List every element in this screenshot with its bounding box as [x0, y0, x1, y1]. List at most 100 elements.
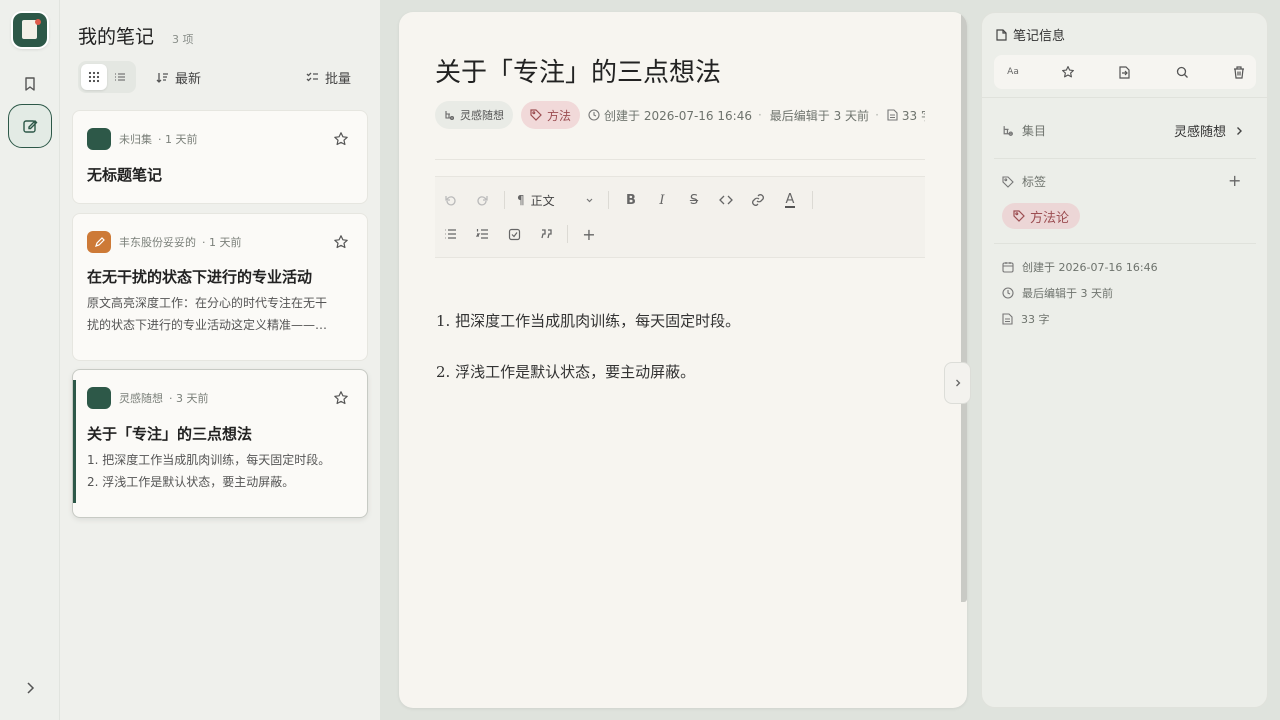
- note-card[interactable]: 未归集 · 1 天前 无标题笔记: [72, 110, 368, 204]
- tags-label: 标签: [1022, 175, 1047, 189]
- content-line[interactable]: 2. 浮浅工作是默认状态，要主动屏蔽。: [436, 361, 695, 382]
- note-time: · 1 天前: [202, 236, 242, 249]
- pilcrow-icon: ¶: [517, 193, 525, 207]
- chevron-right-icon: [27, 682, 35, 694]
- created-text: 创建于 2026-07-16 16:46: [604, 108, 752, 123]
- export-button[interactable]: [1116, 64, 1132, 80]
- tag-chip[interactable]: 方法论: [1002, 203, 1081, 229]
- list-title: 我的笔记: [78, 26, 155, 48]
- tag-pill-label: 方法: [547, 108, 572, 123]
- grid-icon: [88, 71, 100, 83]
- chevron-right-icon: [955, 379, 960, 387]
- delete-button[interactable]: [1231, 64, 1247, 80]
- bookmark-icon: [25, 77, 35, 91]
- nav-bookmarks[interactable]: [12, 66, 48, 102]
- words-row: 33 字: [1002, 311, 1050, 327]
- created-meta: 创建于 2026-07-16 16:46: [588, 107, 752, 124]
- created-row: 创建于 2026-07-16 16:46: [1002, 259, 1158, 275]
- grid-view-button[interactable]: [81, 64, 107, 90]
- list-icon: [115, 73, 125, 81]
- edited-row: 最后编辑于 3 天前: [1002, 285, 1113, 301]
- collection-selector[interactable]: 灵感随想: [1174, 121, 1244, 140]
- trash-icon: [1234, 65, 1244, 79]
- checkbox-icon: [508, 228, 520, 240]
- card-meta: 灵感随想 · 3 天前: [87, 386, 355, 410]
- italic-icon: I: [659, 192, 665, 208]
- italic-button[interactable]: I: [651, 189, 673, 211]
- font-settings-button[interactable]: Aa: [1005, 64, 1021, 80]
- insert-button[interactable]: +: [578, 223, 600, 245]
- undo-button[interactable]: [439, 189, 461, 211]
- chevron-down-icon: [586, 198, 593, 202]
- toolbar-separator: [812, 191, 813, 209]
- pencil-icon: [94, 236, 105, 247]
- card-meta: 丰东股份妥妥的 · 1 天前: [87, 230, 355, 254]
- quote-button[interactable]: [535, 223, 557, 245]
- search-button[interactable]: [1174, 64, 1190, 80]
- note-list-panel: 我的笔记 3 项 最新 批量 未归集 · 1 天前 无标题笔记 丰东股份妥妥的 …: [60, 0, 380, 720]
- nav-rail: [0, 0, 60, 720]
- note-time: · 1 天前: [158, 133, 198, 146]
- redo-button[interactable]: [471, 189, 493, 211]
- plus-icon: +: [1228, 171, 1242, 190]
- note-card[interactable]: 丰东股份妥妥的 · 1 天前 在无干扰的状态下进行的专业活动 原文高亮深度工作：…: [72, 213, 368, 361]
- tag-pill[interactable]: 方法: [521, 101, 581, 129]
- info-divider: [994, 243, 1256, 244]
- sort-label: 最新: [175, 72, 202, 87]
- info-divider: [982, 97, 1269, 98]
- code-button[interactable]: [715, 189, 737, 211]
- toggle-info-panel-button[interactable]: [944, 362, 971, 404]
- collection-pill[interactable]: 灵感随想: [435, 101, 513, 129]
- link-button[interactable]: [747, 189, 769, 211]
- text-color-button[interactable]: A: [779, 189, 801, 211]
- star-icon[interactable]: [333, 131, 349, 147]
- strikethrough-button[interactable]: S: [683, 189, 705, 211]
- word-count-text: 33 字: [901, 108, 925, 123]
- bullet-list-button[interactable]: [439, 223, 461, 245]
- content-line[interactable]: 1. 把深度工作当成肌肉训练，每天固定时段。: [436, 310, 740, 331]
- add-tag-button[interactable]: +: [1228, 171, 1241, 190]
- note-excerpt: 1. 把深度工作当成肌肉训练，每天固定时段。: [87, 453, 331, 467]
- collection-name: 未归集: [119, 133, 152, 146]
- note-title-heading[interactable]: 关于「专注」的三点想法: [435, 52, 721, 89]
- tags-row-label: 标签: [1002, 173, 1046, 190]
- star-icon[interactable]: [333, 390, 349, 406]
- clock-icon: [1002, 287, 1014, 299]
- card-meta: 未归集 · 1 天前: [87, 127, 355, 151]
- sort-button[interactable]: 最新: [156, 68, 201, 87]
- tags-icon: [1002, 175, 1014, 188]
- note-info-panel: 笔记信息 Aa 集目 灵感随想 标签 + 方法论 创建于 2026-07-16 …: [981, 12, 1269, 708]
- edited-meta: 最后编辑于 3 天前: [770, 107, 869, 124]
- title-divider: [435, 159, 925, 160]
- note-count: 3 项: [172, 33, 194, 46]
- bold-icon: B: [626, 192, 636, 208]
- quote-icon: [540, 229, 552, 239]
- collection-name: 丰东股份妥妥的: [119, 236, 196, 249]
- toolbar-separator: [504, 191, 505, 209]
- ordered-list-button[interactable]: [471, 223, 493, 245]
- info-header: 笔记信息: [996, 25, 1065, 44]
- bold-button[interactable]: B: [620, 189, 642, 211]
- collection-badge: [87, 231, 111, 253]
- app-logo[interactable]: [13, 13, 47, 47]
- note-title: 关于「专注」的三点想法: [87, 425, 253, 443]
- expand-sidebar-button[interactable]: [12, 670, 48, 706]
- paragraph-style-select[interactable]: ¶ 正文: [517, 189, 594, 211]
- note-excerpt: 2. 浮浅工作是默认状态，要主动屏蔽。: [87, 475, 295, 489]
- task-list-button[interactable]: [503, 223, 525, 245]
- nav-notes[interactable]: [8, 104, 52, 148]
- note-title: 无标题笔记: [87, 166, 163, 184]
- strikethrough-icon: S: [689, 192, 699, 208]
- star-icon[interactable]: [333, 234, 349, 250]
- info-title: 笔记信息: [1013, 29, 1066, 44]
- note-title: 在无干扰的状态下进行的专业活动: [87, 268, 313, 286]
- note-card-selected[interactable]: 灵感随想 · 3 天前 关于「专注」的三点想法 1. 把深度工作当成肌肉训练，每…: [72, 369, 368, 518]
- editor-scrollbar[interactable]: [961, 12, 967, 602]
- calendar-icon: [1002, 262, 1014, 273]
- paragraph-style-label: 正文: [530, 193, 555, 208]
- list-view-button[interactable]: [107, 64, 133, 90]
- favorite-button[interactable]: [1060, 64, 1076, 80]
- edited-info: 最后编辑于 3 天前: [1022, 287, 1113, 300]
- tag-chip-label: 方法论: [1030, 210, 1070, 226]
- batch-button[interactable]: 批量: [306, 68, 351, 87]
